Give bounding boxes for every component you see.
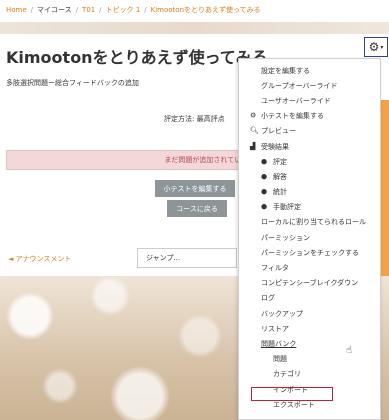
menu-item-local-roles[interactable]: ローカルに割り当てられるロール <box>239 215 380 230</box>
menu-item-label: 小テストを編集する <box>261 112 324 121</box>
menu-item-preview[interactable]: 🔍︎ プレビュー <box>239 124 380 139</box>
menu-item-label: 評定 <box>273 157 287 166</box>
edit-quiz-button[interactable]: 小テストを編集する <box>155 180 235 197</box>
menu-item-label: カテゴリ <box>273 370 301 379</box>
caret-down-icon: ▾ <box>380 43 384 51</box>
menu-item-label: パーミッションをチェックする <box>261 248 359 257</box>
breadcrumb-my-courses[interactable]: マイコース <box>37 5 72 15</box>
quiz-description: 多肢選択問題ー総合フィードバックの追加 <box>6 79 139 87</box>
menu-item-edit-settings[interactable]: 設定を編集する <box>239 63 380 78</box>
menu-item-results[interactable]: ▟ 受験結果 <box>239 139 380 154</box>
jump-select-value: ジャンプ... <box>146 254 181 262</box>
menu-item-statistics[interactable]: ● 統計 <box>239 185 380 200</box>
breadcrumb-home[interactable]: Home <box>6 6 27 14</box>
menu-item-label: フィルタ <box>261 264 289 273</box>
menu-item-label: 手動評定 <box>273 203 301 212</box>
hand-cursor-icon: ☝ <box>346 345 353 356</box>
menu-item-label: エクスポート <box>273 400 315 409</box>
bullet-icon: ● <box>261 202 268 211</box>
breadcrumb-separator: / <box>144 6 147 14</box>
menu-item-logs[interactable]: ログ <box>239 291 380 306</box>
menu-item-backup[interactable]: バックアップ <box>239 306 380 321</box>
breadcrumb-separator: / <box>75 6 79 14</box>
back-to-course-button[interactable]: コースに戻る <box>167 200 227 217</box>
menu-item-questions[interactable]: 問題 <box>239 352 380 367</box>
import-highlight-box <box>251 387 333 401</box>
menu-item-label: 統計 <box>273 188 287 197</box>
breadcrumb-current: Kimootonをとりあえず使ってみる <box>150 6 261 14</box>
menu-item-label: バックアップ <box>261 309 303 318</box>
bullet-icon: ● <box>261 172 268 181</box>
menu-item-question-bank[interactable]: 問題バンク <box>239 336 380 351</box>
menu-item-edit-quiz[interactable]: ⚙ 小テストを編集する <box>239 109 380 124</box>
breadcrumb-separator: / <box>30 6 34 14</box>
side-strip <box>380 100 389 276</box>
announcements-link[interactable]: ◄ アナウンスメント <box>8 254 71 264</box>
menu-item-permissions[interactable]: パーミッション <box>239 230 380 245</box>
header-band <box>0 22 389 34</box>
bullet-icon: ● <box>261 157 268 166</box>
menu-item-label: 受験結果 <box>261 142 289 151</box>
jump-select[interactable]: ジャンプ... <box>137 248 237 268</box>
breadcrumb: Home / マイコース / T01 / トピック 1 / Kimootonをと… <box>6 4 261 16</box>
breadcrumb-separator: / <box>99 6 102 14</box>
menu-item-label: 問題バンク <box>261 339 297 348</box>
menu-item-check-permissions[interactable]: パーミッションをチェックする <box>239 245 380 260</box>
menu-item-label: プレビュー <box>261 127 296 136</box>
actions-menu-button[interactable]: ⚙ ▾ <box>364 37 388 57</box>
page-title: Kimootonをとりあえず使ってみる <box>6 48 268 67</box>
bullet-icon: ● <box>261 187 268 196</box>
menu-item-manual-grading[interactable]: ● 手動評定 <box>239 200 380 215</box>
grade-method: 評定方法: 最高評点 <box>164 115 225 123</box>
menu-item-label: ローカルに割り当てられるロール <box>261 218 366 227</box>
gear-icon: ⚙ <box>368 40 380 54</box>
breadcrumb-course[interactable]: T01 <box>82 6 95 14</box>
menu-item-label: 問題 <box>273 355 287 364</box>
menu-item-label: グループオーバーライド <box>261 81 338 90</box>
menu-item-label: ログ <box>261 294 275 303</box>
magnifier-icon: 🔍︎ <box>250 126 259 135</box>
actions-menu: 設定を編集する グループオーバーライド ユーザオーバーライド ⚙ 小テストを編集す… <box>238 58 381 420</box>
breadcrumb-topic[interactable]: トピック 1 <box>106 5 141 15</box>
menu-item-label: 設定を編集する <box>261 66 310 75</box>
menu-item-label: コンピテンシーブレイクダウン <box>261 279 359 288</box>
menu-item-label: ユーザオーバーライド <box>261 96 331 105</box>
menu-item-grades[interactable]: ● 評定 <box>239 154 380 169</box>
menu-item-user-overrides[interactable]: ユーザオーバーライド <box>239 93 380 108</box>
menu-item-restore[interactable]: リストア <box>239 321 380 336</box>
chart-icon: ▟ <box>250 142 256 151</box>
menu-item-label: 解答 <box>273 172 287 181</box>
menu-item-competency-breakdown[interactable]: コンピテンシーブレイクダウン <box>239 276 380 291</box>
menu-item-responses[interactable]: ● 解答 <box>239 169 380 184</box>
menu-item-categories[interactable]: カテゴリ <box>239 367 380 382</box>
menu-item-label: パーミッション <box>261 233 310 242</box>
menu-item-group-overrides[interactable]: グループオーバーライド <box>239 78 380 93</box>
gear-icon: ⚙ <box>250 111 257 120</box>
menu-item-filters[interactable]: フィルタ <box>239 260 380 275</box>
menu-item-label: リストア <box>261 324 289 333</box>
